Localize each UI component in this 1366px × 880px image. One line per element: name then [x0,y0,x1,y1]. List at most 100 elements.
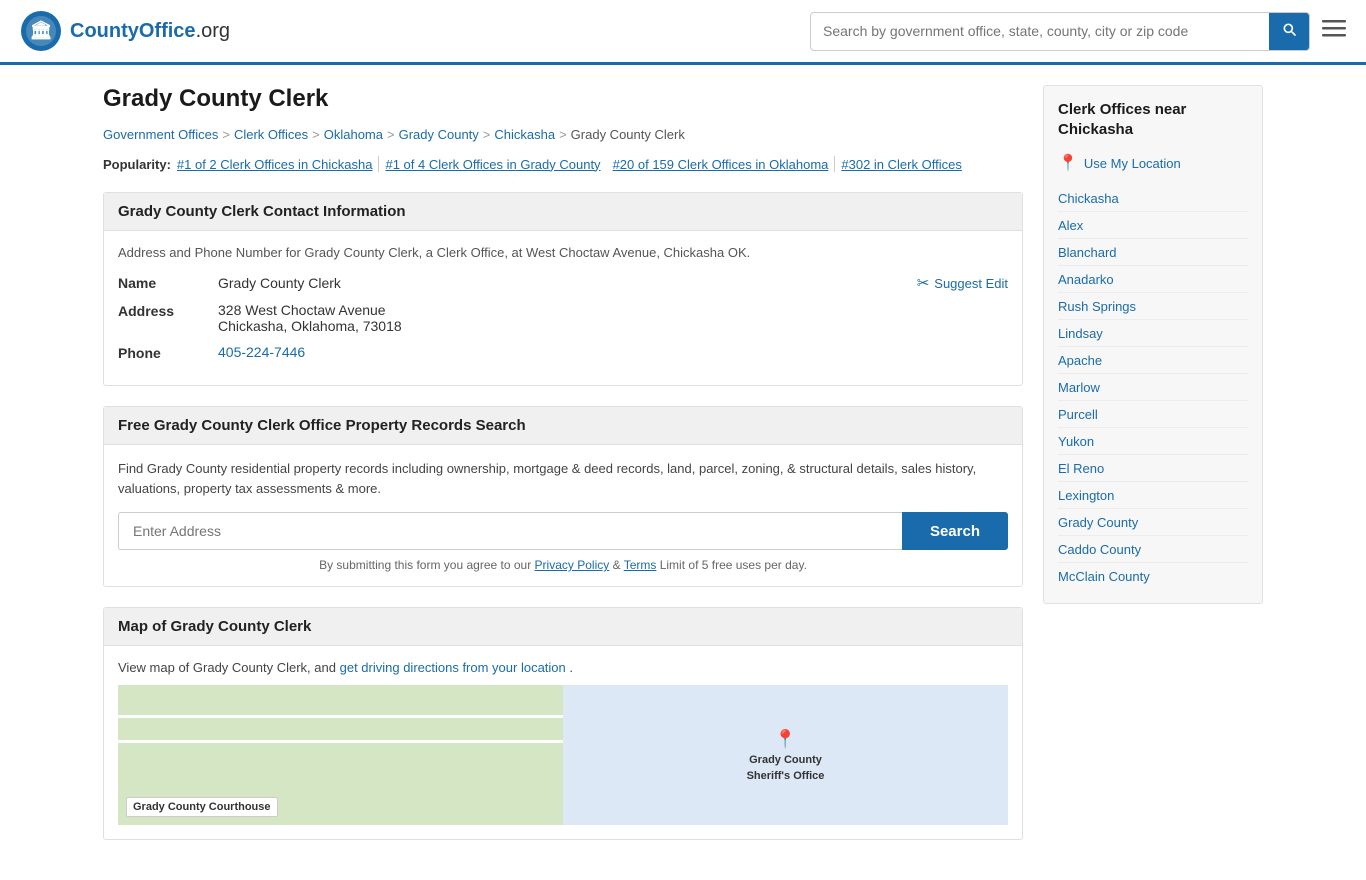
header: 🏛 CountyOffice.org [0,0,1366,65]
name-label: Name [118,274,218,291]
sidebar-link-alex-anchor[interactable]: Alex [1058,218,1083,233]
sidebar-link-lexington-anchor[interactable]: Lexington [1058,488,1114,503]
sidebar-link-marlow-anchor[interactable]: Marlow [1058,380,1100,395]
sidebar-link-mcclain-county: McClain County [1058,563,1248,589]
map-right-label-line2: Sheriff's Office [747,770,825,782]
breadcrumb-sep-3: > [387,127,395,142]
popularity-rank3[interactable]: #20 of 159 Clerk Offices in Oklahoma [613,157,829,172]
sidebar-link-rush-springs-anchor[interactable]: Rush Springs [1058,299,1136,314]
sidebar-link-caddo-county: Caddo County [1058,536,1248,563]
property-search-button[interactable]: Search [902,512,1008,550]
main-search-input[interactable] [811,15,1269,47]
property-search-header: Free Grady County Clerk Office Property … [104,407,1022,445]
sidebar-box: Clerk Offices near Chickasha 📍 Use My Lo… [1043,85,1263,604]
sidebar-link-alex: Alex [1058,212,1248,239]
popularity-rank4[interactable]: #302 in Clerk Offices [841,157,961,172]
address-value: 328 West Choctaw Avenue Chickasha, Oklah… [218,302,1008,334]
sidebar-link-chickasha: Chickasha [1058,185,1248,212]
sidebar-link-grady-county: Grady County [1058,509,1248,536]
sidebar-link-chickasha-anchor[interactable]: Chickasha [1058,191,1119,206]
breadcrumb-item-chickasha[interactable]: Chickasha [494,127,555,142]
contact-section: Grady County Clerk Contact Information A… [103,192,1023,386]
contact-section-header: Grady County Clerk Contact Information [104,193,1022,231]
main-search-bar[interactable] [810,12,1310,51]
sidebar-link-blanchard-anchor[interactable]: Blanchard [1058,245,1117,260]
map-left-panel: Grady County Courthouse [118,685,563,825]
map-road-1 [118,715,563,718]
sidebar-link-rush-springs: Rush Springs [1058,293,1248,320]
page-title: Grady County Clerk [103,85,1023,113]
address-line2: Chickasha, Oklahoma, 73018 [218,318,1008,334]
breadcrumb-sep-2: > [312,127,320,142]
popularity-bar: Popularity: #1 of 2 Clerk Offices in Chi… [103,156,1023,172]
map-section: Map of Grady County Clerk View map of Gr… [103,607,1023,840]
disclaimer-limit-text: Limit of 5 free uses per day. [660,558,807,572]
property-search-section: Free Grady County Clerk Office Property … [103,406,1023,587]
address-line1: 328 West Choctaw Avenue [218,302,1008,318]
map-desc-text: View map of Grady County Clerk, and [118,660,336,675]
map-desc-end: . [569,660,573,675]
logo-text: CountyOffice.org [70,20,230,43]
sidebar-link-caddo-county-anchor[interactable]: Caddo County [1058,542,1141,557]
sidebar-link-apache: Apache [1058,347,1248,374]
header-right [810,12,1346,51]
map-placeholder: Grady County Courthouse 📍 Grady County S… [118,685,1008,825]
breadcrumb-item-oklahoma[interactable]: Oklahoma [324,127,383,142]
address-search-input[interactable] [118,512,902,550]
map-pin-icon: 📍 [774,729,796,750]
breadcrumb-item-current: Grady County Clerk [571,127,685,142]
sidebar-link-el-reno-anchor[interactable]: El Reno [1058,461,1104,476]
sidebar-link-blanchard: Blanchard [1058,239,1248,266]
map-right-panel: 📍 Grady County Sheriff's Office [563,685,1008,825]
contact-name-row: Name Grady County Clerk ✂ Suggest Edit [118,274,1008,292]
sidebar-link-yukon: Yukon [1058,428,1248,455]
breadcrumb-item-government-offices[interactable]: Government Offices [103,127,218,142]
sidebar: Clerk Offices near Chickasha 📍 Use My Lo… [1043,85,1263,860]
nearby-locations-list: Chickasha Alex Blanchard Anadarko Rush S… [1058,185,1248,589]
use-my-location-button[interactable]: 📍 Use My Location [1058,153,1248,173]
privacy-policy-link[interactable]: Privacy Policy [535,558,610,572]
form-disclaimer: By submitting this form you agree to our… [118,558,1008,572]
svg-text:🏛: 🏛 [30,20,53,40]
breadcrumb-sep-1: > [222,127,230,142]
map-road-2 [118,740,563,743]
breadcrumb-item-clerk-offices[interactable]: Clerk Offices [234,127,308,142]
sidebar-link-apache-anchor[interactable]: Apache [1058,353,1102,368]
sidebar-link-purcell: Purcell [1058,401,1248,428]
phone-value: 405-224-7446 [218,344,1008,360]
sidebar-link-marlow: Marlow [1058,374,1248,401]
map-section-body: View map of Grady County Clerk, and get … [104,646,1022,839]
driving-directions-link[interactable]: get driving directions from your locatio… [340,660,566,675]
address-search-form: Search [118,512,1008,550]
breadcrumb: Government Offices > Clerk Offices > Okl… [103,127,1023,142]
sidebar-link-lindsay-anchor[interactable]: Lindsay [1058,326,1103,341]
contact-address-row: Address 328 West Choctaw Avenue Chickash… [118,302,1008,334]
sidebar-link-el-reno: El Reno [1058,455,1248,482]
popularity-rank1[interactable]: #1 of 2 Clerk Offices in Chickasha [177,157,373,172]
main-search-button[interactable] [1269,13,1309,50]
phone-link[interactable]: 405-224-7446 [218,344,305,360]
breadcrumb-sep-5: > [559,127,567,142]
name-value-row: Grady County Clerk ✂ Suggest Edit [218,274,1008,292]
hamburger-menu[interactable] [1322,16,1346,46]
sidebar-link-yukon-anchor[interactable]: Yukon [1058,434,1094,449]
sidebar-link-mcclain-county-anchor[interactable]: McClain County [1058,569,1150,584]
edit-icon: ✂ [917,274,930,292]
suggest-edit-label: Suggest Edit [934,276,1008,291]
contact-phone-row: Phone 405-224-7446 [118,344,1008,361]
sidebar-link-grady-county-anchor[interactable]: Grady County [1058,515,1138,530]
breadcrumb-item-grady-county[interactable]: Grady County [399,127,479,142]
main-container: Grady County Clerk Government Offices > … [83,65,1283,880]
suggest-edit-link[interactable]: ✂ Suggest Edit [917,274,1008,292]
contact-section-body: Address and Phone Number for Grady Count… [104,231,1022,385]
popularity-rank2[interactable]: #1 of 4 Clerk Offices in Grady County [385,157,600,172]
sidebar-link-anadarko-anchor[interactable]: Anadarko [1058,272,1114,287]
popularity-divider-2 [834,156,835,172]
sidebar-link-lindsay: Lindsay [1058,320,1248,347]
sidebar-link-anadarko: Anadarko [1058,266,1248,293]
sidebar-link-purcell-anchor[interactable]: Purcell [1058,407,1098,422]
use-my-location-label: Use My Location [1084,156,1181,171]
terms-link[interactable]: Terms [624,558,657,572]
property-search-body: Find Grady County residential property r… [104,445,1022,586]
sidebar-title: Clerk Offices near Chickasha [1058,100,1248,139]
